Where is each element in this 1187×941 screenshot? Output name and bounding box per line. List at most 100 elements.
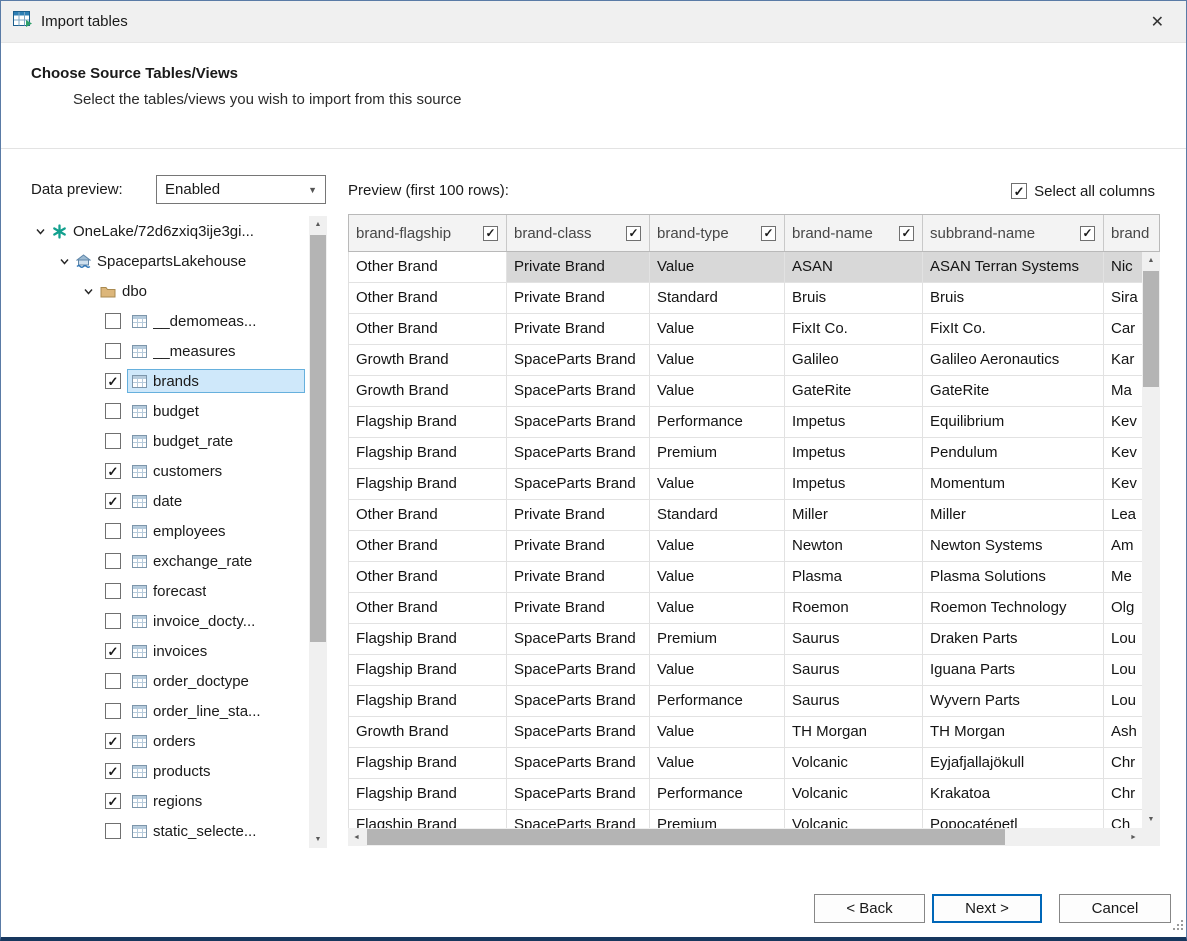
tree-table-item[interactable]: invoice_docty... xyxy=(31,606,309,636)
tree-table-item[interactable]: order_line_sta... xyxy=(31,696,309,726)
table-checkbox[interactable] xyxy=(105,763,121,779)
tree-item-selection[interactable]: forecast xyxy=(127,579,305,603)
tree-item-selection[interactable]: employees xyxy=(127,519,305,543)
tree-table-item[interactable]: customers xyxy=(31,456,309,486)
grid-row[interactable]: Flagship BrandSpaceParts BrandPremiumSau… xyxy=(349,624,1142,655)
grid-vertical-scrollbar[interactable]: ▲ ▼ xyxy=(1142,252,1160,828)
tree-table-item[interactable]: order_doctype xyxy=(31,666,309,696)
scroll-left-icon[interactable]: ◄ xyxy=(348,828,365,846)
tree-table-item[interactable]: __measures xyxy=(31,336,309,366)
grid-row[interactable]: Growth BrandSpaceParts BrandValueGalileo… xyxy=(349,345,1142,376)
tree-item-selection[interactable]: budget xyxy=(127,399,305,423)
table-checkbox[interactable] xyxy=(105,463,121,479)
grid-vscroll-track[interactable] xyxy=(1142,269,1160,811)
next-button[interactable]: Next > xyxy=(932,894,1042,923)
grid-column-header[interactable]: subbrand-name xyxy=(923,215,1104,251)
tree-item-selection[interactable]: brands xyxy=(127,369,305,393)
grid-hscroll-track[interactable] xyxy=(365,828,1125,846)
tree-table-item[interactable]: employees xyxy=(31,516,309,546)
table-checkbox[interactable] xyxy=(105,793,121,809)
grid-row[interactable]: Flagship BrandSpaceParts BrandPerformanc… xyxy=(349,686,1142,717)
tree-item-selection[interactable]: order_doctype xyxy=(127,669,305,693)
grid-column-header[interactable]: brand xyxy=(1104,215,1160,251)
scroll-up-icon[interactable]: ▲ xyxy=(309,216,327,233)
grid-row[interactable]: Other BrandPrivate BrandStandardMillerMi… xyxy=(349,500,1142,531)
grid-hscroll-thumb[interactable] xyxy=(367,829,1005,845)
tree-table-item[interactable]: __demomeas... xyxy=(31,306,309,336)
tree-table-item[interactable]: static_selecte... xyxy=(31,816,309,846)
grid-row[interactable]: Other BrandPrivate BrandValuePlasmaPlasm… xyxy=(349,562,1142,593)
tree-table-item[interactable]: brands xyxy=(31,366,309,396)
tree-item-dbo[interactable]: dbo xyxy=(31,276,309,306)
grid-row[interactable]: Flagship BrandSpaceParts BrandPerformanc… xyxy=(349,407,1142,438)
table-checkbox[interactable] xyxy=(105,583,121,599)
chevron-down-icon[interactable] xyxy=(83,286,94,297)
table-checkbox[interactable] xyxy=(105,523,121,539)
table-checkbox[interactable] xyxy=(105,703,121,719)
grid-row[interactable]: Growth BrandSpaceParts BrandValueGateRit… xyxy=(349,376,1142,407)
table-checkbox[interactable] xyxy=(105,823,121,839)
grid-row[interactable]: Flagship BrandSpaceParts BrandPremiumVol… xyxy=(349,810,1142,828)
close-icon[interactable]: ✕ xyxy=(1141,9,1174,35)
tree-table-item[interactable]: invoices xyxy=(31,636,309,666)
grid-horizontal-scrollbar[interactable]: ◄ ► xyxy=(348,828,1160,846)
table-checkbox[interactable] xyxy=(105,313,121,329)
tree-item-selection[interactable]: budget_rate xyxy=(127,429,305,453)
tree-item-selection[interactable]: products xyxy=(127,759,305,783)
grid-row[interactable]: Flagship BrandSpaceParts BrandPerformanc… xyxy=(349,779,1142,810)
grid-vscroll-thumb[interactable] xyxy=(1143,271,1159,387)
grid-column-header[interactable]: brand-flagship xyxy=(349,215,507,251)
scroll-down-icon[interactable]: ▼ xyxy=(1142,811,1160,828)
tree-item-selection[interactable]: exchange_rate xyxy=(127,549,305,573)
back-button[interactable]: < Back xyxy=(814,894,925,923)
grid-row[interactable]: Flagship BrandSpaceParts BrandValueSauru… xyxy=(349,655,1142,686)
tree-table-item[interactable]: products xyxy=(31,756,309,786)
tree-item-selection[interactable]: orders xyxy=(127,729,305,753)
tree-table-item[interactable]: regions xyxy=(31,786,309,816)
grid-row[interactable]: Other BrandPrivate BrandValueASANASAN Te… xyxy=(349,252,1142,283)
select-all-columns[interactable]: Select all columns xyxy=(1011,177,1155,205)
tree-item-lakehouse[interactable]: SpacepartsLakehouse xyxy=(31,246,309,276)
grid-row[interactable]: Flagship BrandSpaceParts BrandPremiumImp… xyxy=(349,438,1142,469)
grid-row[interactable]: Flagship BrandSpaceParts BrandValueVolca… xyxy=(349,748,1142,779)
grid-row[interactable]: Other BrandPrivate BrandValueFixIt Co.Fi… xyxy=(349,314,1142,345)
grid-row[interactable]: Other BrandPrivate BrandStandardBruisBru… xyxy=(349,283,1142,314)
table-checkbox[interactable] xyxy=(105,403,121,419)
table-checkbox[interactable] xyxy=(105,493,121,509)
table-checkbox[interactable] xyxy=(105,373,121,389)
tree-table-item[interactable]: orders xyxy=(31,726,309,756)
scroll-down-icon[interactable]: ▼ xyxy=(309,831,327,848)
tree-item-onelake[interactable]: OneLake/72d6zxiq3ije3gi... xyxy=(31,216,309,246)
scroll-up-icon[interactable]: ▲ xyxy=(1142,252,1160,269)
tree-item-selection[interactable]: order_line_sta... xyxy=(127,699,305,723)
select-all-checkbox[interactable] xyxy=(1011,183,1027,199)
table-checkbox[interactable] xyxy=(105,553,121,569)
grid-column-header[interactable]: brand-class xyxy=(507,215,650,251)
tree-item-selection[interactable]: regions xyxy=(127,789,305,813)
tree-item-selection[interactable]: customers xyxy=(127,459,305,483)
grid-row[interactable]: Other BrandPrivate BrandValueRoemonRoemo… xyxy=(349,593,1142,624)
tree-item-selection[interactable]: invoice_docty... xyxy=(127,609,305,633)
table-checkbox[interactable] xyxy=(105,673,121,689)
data-preview-dropdown[interactable]: Enabled ▼ xyxy=(156,175,326,204)
grid-column-header[interactable]: brand-name xyxy=(785,215,923,251)
chevron-down-icon[interactable] xyxy=(59,256,70,267)
tree-table-item[interactable]: budget xyxy=(31,396,309,426)
cancel-button[interactable]: Cancel xyxy=(1059,894,1171,923)
tree-scroll-thumb[interactable] xyxy=(310,235,326,642)
resize-grip[interactable] xyxy=(1172,918,1184,936)
grid-row[interactable]: Growth BrandSpaceParts BrandValueTH Morg… xyxy=(349,717,1142,748)
column-checkbox[interactable] xyxy=(899,226,914,241)
table-checkbox[interactable] xyxy=(105,343,121,359)
tree-item-selection[interactable]: invoices xyxy=(127,639,305,663)
scroll-right-icon[interactable]: ► xyxy=(1125,828,1142,846)
tree-table-item[interactable]: budget_rate xyxy=(31,426,309,456)
column-checkbox[interactable] xyxy=(761,226,776,241)
tree-table-item[interactable]: exchange_rate xyxy=(31,546,309,576)
grid-row[interactable]: Flagship BrandSpaceParts BrandValueImpet… xyxy=(349,469,1142,500)
column-checkbox[interactable] xyxy=(626,226,641,241)
column-checkbox[interactable] xyxy=(483,226,498,241)
table-checkbox[interactable] xyxy=(105,433,121,449)
table-checkbox[interactable] xyxy=(105,613,121,629)
tree-scroll-track[interactable] xyxy=(309,233,327,831)
